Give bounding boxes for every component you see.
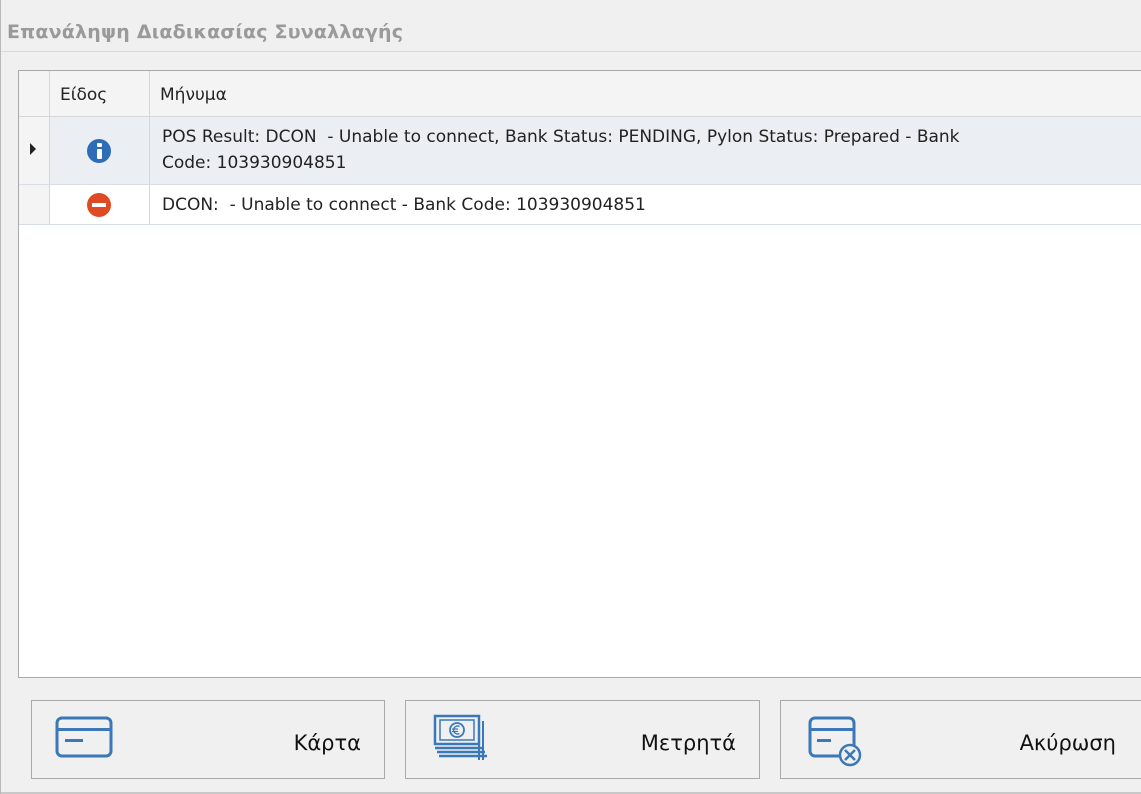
cash-euro-icon: [433, 714, 487, 760]
cash-button[interactable]: Μετρητά: [405, 700, 760, 779]
credit-card-icon: [55, 716, 113, 758]
column-header-type-label: Είδος: [60, 85, 108, 105]
error-stop-icon: [87, 193, 111, 217]
card-button[interactable]: Κάρτα: [31, 700, 385, 779]
transaction-retry-window: Επανάληψη Διαδικασίας Συναλλαγής Είδος Μ…: [0, 0, 1141, 794]
window-title: Επανάληψη Διαδικασίας Συναλλαγής: [7, 21, 404, 43]
message-cell: POS Result: DCON - Unable to connect, Ba…: [150, 117, 1141, 184]
message-cell: DCON: - Unable to connect - Bank Code: 1…: [150, 185, 1141, 224]
header-indicator-cell: [19, 71, 50, 116]
info-icon: [87, 139, 111, 163]
table-row[interactable]: POS Result: DCON - Unable to connect, Ba…: [19, 117, 1141, 185]
row-indicator[interactable]: [19, 185, 50, 224]
current-row-arrow-icon: [30, 143, 36, 155]
table-row[interactable]: DCON: - Unable to connect - Bank Code: 1…: [19, 185, 1141, 225]
type-cell: [50, 185, 150, 224]
messages-grid: Είδος Μήνυμα POS Result: DCON - Unable t…: [18, 70, 1141, 678]
column-header-message[interactable]: Μήνυμα: [150, 71, 1141, 116]
message-text: DCON: - Unable to connect - Bank Code: 1…: [162, 195, 646, 215]
title-bar: Επανάληψη Διαδικασίας Συναλλαγής: [1, 0, 1141, 52]
card-cancel-icon: [808, 716, 862, 767]
column-header-type[interactable]: Είδος: [50, 71, 150, 116]
type-cell: [50, 117, 150, 184]
column-header-message-label: Μήνυμα: [160, 85, 227, 105]
row-indicator[interactable]: [19, 117, 50, 184]
message-text: POS Result: DCON - Unable to connect, Ba…: [162, 127, 960, 173]
card-button-label: Κάρτα: [293, 731, 361, 755]
cancel-button-label: Ακύρωση: [1019, 731, 1116, 755]
cancel-button[interactable]: Ακύρωση: [780, 700, 1141, 779]
grid-header: Είδος Μήνυμα: [19, 71, 1141, 117]
cash-button-label: Μετρητά: [640, 731, 736, 755]
